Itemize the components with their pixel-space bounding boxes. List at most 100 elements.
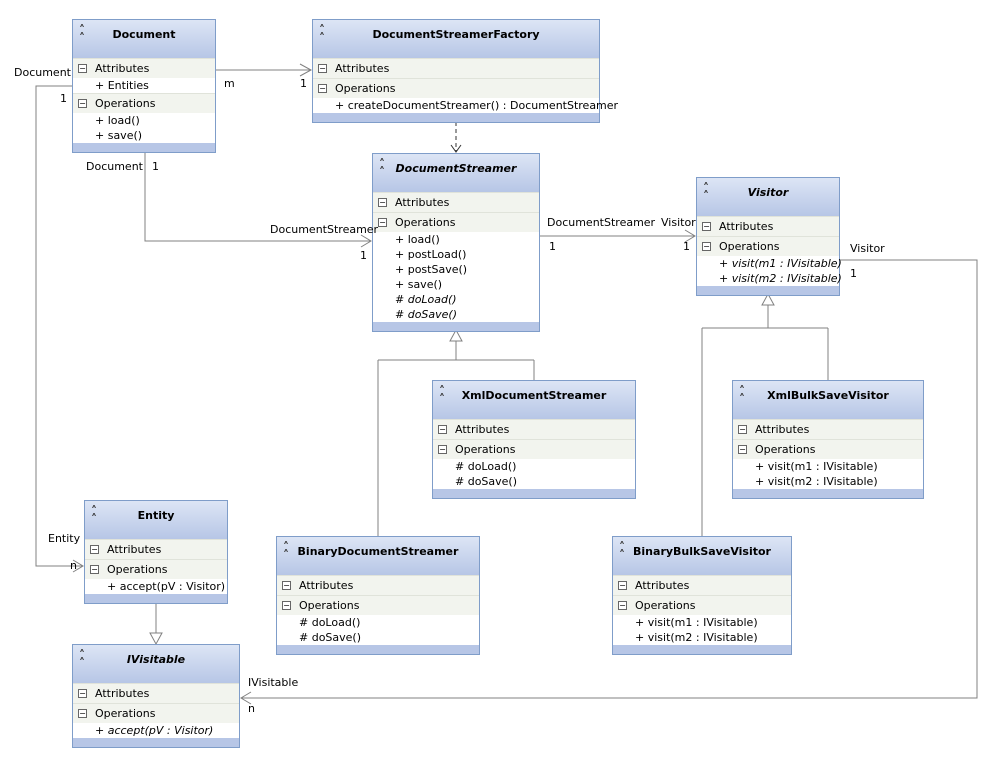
collapse-chevron-icon[interactable]: ˄ ˄ (91, 505, 97, 525)
operations-section-toggle[interactable]: − Operations (697, 236, 839, 256)
class-header[interactable]: ˄ ˄ Document (73, 20, 215, 58)
collapse-minus-icon[interactable]: − (618, 601, 627, 610)
operations-section-toggle[interactable]: − Operations (733, 439, 923, 459)
class-ivisitable[interactable]: ˄ ˄ IVisitable − Attributes − Operations + acce… (72, 644, 240, 748)
operation-item[interactable]: + visit(m2 : IVisitable) (613, 630, 791, 645)
collapse-minus-icon[interactable]: − (78, 99, 87, 108)
attributes-section-toggle[interactable]: − Attributes (733, 419, 923, 439)
collapse-minus-icon[interactable]: − (738, 425, 747, 434)
class-footer (733, 489, 923, 498)
collapse-minus-icon[interactable]: − (738, 445, 747, 454)
operation-item[interactable]: + postSave() (373, 262, 539, 277)
collapse-chevron-icon[interactable]: ˄ ˄ (379, 158, 385, 178)
collapse-chevron-icon[interactable]: ˄ ˄ (439, 385, 445, 405)
collapse-chevron-icon[interactable]: ˄ ˄ (619, 541, 625, 561)
attributes-section-toggle[interactable]: − Attributes (313, 58, 599, 78)
operation-item[interactable]: + accept(pV : Visitor) (85, 579, 227, 594)
role-label-ivisn: n (248, 702, 255, 715)
collapse-minus-icon[interactable]: − (378, 198, 387, 207)
operation-item[interactable]: # doSave() (373, 307, 539, 322)
operation-item[interactable]: # doSave() (433, 474, 635, 489)
operation-item[interactable]: + accept(pV : Visitor) (73, 723, 239, 738)
attributes-section-toggle[interactable]: − Attributes (433, 419, 635, 439)
attribute-item[interactable]: + Entities (73, 78, 215, 93)
class-header[interactable]: ˄ ˄ BinaryBulkSaveVisitor (613, 537, 791, 575)
collapse-minus-icon[interactable]: − (318, 64, 327, 73)
operation-item[interactable]: # doLoad() (433, 459, 635, 474)
class-header[interactable]: ˄ ˄ Entity (85, 501, 227, 539)
class-header[interactable]: ˄ ˄ IVisitable (73, 645, 239, 683)
collapse-minus-icon[interactable]: − (702, 242, 711, 251)
operation-item[interactable]: # doSave() (277, 630, 479, 645)
collapse-chevron-icon[interactable]: ˄ ˄ (703, 182, 709, 202)
collapse-minus-icon[interactable]: − (78, 709, 87, 718)
class-name: DocumentStreamerFactory (372, 28, 540, 41)
operation-item[interactable]: + visit(m1 : IVisitable) (697, 256, 842, 271)
association-streamer-visitor (540, 229, 696, 243)
collapse-minus-icon[interactable]: − (78, 689, 87, 698)
collapse-chevron-icon[interactable]: ˄ ˄ (79, 24, 85, 44)
class-visitor[interactable]: ˄ ˄ Visitor − Attributes − Operations + visit(m… (696, 177, 842, 296)
collapse-chevron-icon[interactable]: ˄ ˄ (319, 24, 325, 44)
class-header[interactable]: ˄ ˄ XmlDocumentStreamer (433, 381, 635, 419)
operation-item[interactable]: + visit(m1 : IVisitable) (733, 459, 923, 474)
operation-item[interactable]: + save() (373, 277, 539, 292)
attributes-section-toggle[interactable]: − Attributes (277, 575, 479, 595)
attributes-section-toggle[interactable]: − Attributes (85, 539, 227, 559)
class-factory[interactable]: ˄ ˄ DocumentStreamerFactory − Attributes − Ope… (312, 19, 618, 123)
class-header[interactable]: ˄ ˄ XmlBulkSaveVisitor (733, 381, 923, 419)
operations-section-toggle[interactable]: − Operations (277, 595, 479, 615)
section-label: Attributes (635, 579, 690, 592)
operation-item[interactable]: + visit(m1 : IVisitable) (613, 615, 791, 630)
collapse-minus-icon[interactable]: − (618, 581, 627, 590)
attributes-section-toggle[interactable]: − Attributes (73, 683, 239, 703)
operation-item[interactable]: + createDocumentStreamer() : DocumentStr… (313, 98, 618, 113)
class-header[interactable]: ˄ ˄ DocumentStreamerFactory (313, 20, 599, 58)
operation-item[interactable]: + load() (373, 232, 539, 247)
operation-item[interactable]: + save() (73, 128, 215, 143)
class-xmlvisitor[interactable]: ˄ ˄ XmlBulkSaveVisitor − Attributes − Operatio… (732, 380, 924, 499)
class-xmlstreamer[interactable]: ˄ ˄ XmlDocumentStreamer − Attributes − Operati… (432, 380, 636, 499)
section-label: Operations (95, 707, 156, 720)
attributes-section-toggle[interactable]: − Attributes (373, 192, 539, 212)
section-label: Operations (455, 443, 516, 456)
collapse-minus-icon[interactable]: − (282, 601, 291, 610)
collapse-minus-icon[interactable]: − (438, 425, 447, 434)
class-entity[interactable]: ˄ ˄ Entity − Attributes − Operations + accept(p… (84, 500, 228, 604)
operations-section-toggle[interactable]: − Operations (85, 559, 227, 579)
class-binstreamer[interactable]: ˄ ˄ BinaryDocumentStreamer − Attributes − Oper… (276, 536, 480, 655)
operations-section-toggle[interactable]: − Operations (313, 78, 599, 98)
operation-item[interactable]: # doLoad() (373, 292, 539, 307)
operations-section-toggle[interactable]: − Operations (73, 93, 215, 113)
class-header[interactable]: ˄ ˄ BinaryDocumentStreamer (277, 537, 479, 575)
collapse-minus-icon[interactable]: − (90, 545, 99, 554)
collapse-minus-icon[interactable]: − (90, 565, 99, 574)
class-document[interactable]: ˄ ˄ Document − Attributes + Entities − Operatio… (72, 19, 216, 153)
attributes-section-toggle[interactable]: − Attributes (613, 575, 791, 595)
operations-section-toggle[interactable]: − Operations (73, 703, 239, 723)
class-binvisitor[interactable]: ˄ ˄ BinaryBulkSaveVisitor − Attributes − Opera… (612, 536, 792, 655)
operation-item[interactable]: + load() (73, 113, 215, 128)
class-name: Visitor (747, 186, 789, 199)
attributes-section-toggle[interactable]: − Attributes (73, 58, 215, 78)
collapse-minus-icon[interactable]: − (438, 445, 447, 454)
collapse-minus-icon[interactable]: − (318, 84, 327, 93)
collapse-minus-icon[interactable]: − (378, 218, 387, 227)
class-header[interactable]: ˄ ˄ DocumentStreamer (373, 154, 539, 192)
operations-section-toggle[interactable]: − Operations (373, 212, 539, 232)
collapse-chevron-icon[interactable]: ˄ ˄ (283, 541, 289, 561)
operation-item[interactable]: # doLoad() (277, 615, 479, 630)
collapse-minus-icon[interactable]: − (282, 581, 291, 590)
collapse-minus-icon[interactable]: − (78, 64, 87, 73)
operation-item[interactable]: + postLoad() (373, 247, 539, 262)
class-header[interactable]: ˄ ˄ Visitor (697, 178, 839, 216)
collapse-minus-icon[interactable]: − (702, 222, 711, 231)
operations-section-toggle[interactable]: − Operations (433, 439, 635, 459)
collapse-chevron-icon[interactable]: ˄ ˄ (739, 385, 745, 405)
attributes-section-toggle[interactable]: − Attributes (697, 216, 839, 236)
collapse-chevron-icon[interactable]: ˄ ˄ (79, 649, 85, 669)
operation-item[interactable]: + visit(m2 : IVisitable) (697, 271, 842, 286)
operations-section-toggle[interactable]: − Operations (613, 595, 791, 615)
class-streamer[interactable]: ˄ ˄ DocumentStreamer − Attributes − Operations… (372, 153, 540, 332)
operation-item[interactable]: + visit(m2 : IVisitable) (733, 474, 923, 489)
